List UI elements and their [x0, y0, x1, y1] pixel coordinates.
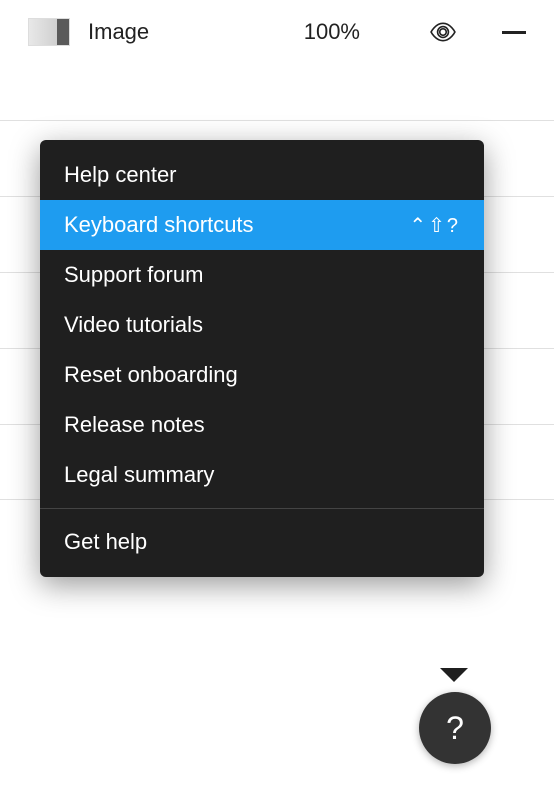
- menu-item-label: Help center: [64, 162, 177, 188]
- menu-item-label: Support forum: [64, 262, 203, 288]
- menu-item-label: Keyboard shortcuts: [64, 212, 254, 238]
- menu-item-keyboard-shortcuts[interactable]: Keyboard shortcuts ⌃⇧?: [40, 200, 484, 250]
- help-menu-popup: Help center Keyboard shortcuts ⌃⇧? Suppo…: [40, 140, 484, 577]
- menu-item-reset-onboarding[interactable]: Reset onboarding: [40, 350, 484, 400]
- menu-item-label: Reset onboarding: [64, 362, 238, 388]
- menu-item-label: Release notes: [64, 412, 205, 438]
- menu-item-video-tutorials[interactable]: Video tutorials: [40, 300, 484, 350]
- menu-item-support-forum[interactable]: Support forum: [40, 250, 484, 300]
- menu-item-release-notes[interactable]: Release notes: [40, 400, 484, 450]
- menu-item-label: Video tutorials: [64, 312, 203, 338]
- collapse-icon[interactable]: [502, 31, 526, 34]
- menu-item-shortcut: ⌃⇧?: [409, 213, 460, 238]
- layer-opacity-value[interactable]: 100%: [304, 19, 360, 45]
- eye-icon: [430, 22, 456, 42]
- layer-name[interactable]: Image: [88, 19, 149, 45]
- menu-item-get-help[interactable]: Get help: [40, 517, 484, 567]
- menu-pointer-arrow: [440, 668, 468, 682]
- help-button[interactable]: ?: [419, 692, 491, 764]
- layer-row[interactable]: Image 100%: [0, 0, 554, 64]
- menu-item-label: Legal summary: [64, 462, 214, 488]
- layer-thumbnail: [28, 18, 70, 46]
- menu-item-legal-summary[interactable]: Legal summary: [40, 450, 484, 500]
- menu-divider: [40, 508, 484, 509]
- menu-item-label: Get help: [64, 529, 147, 555]
- menu-item-help-center[interactable]: Help center: [40, 150, 484, 200]
- visibility-toggle-icon[interactable]: [430, 19, 456, 45]
- help-icon: ?: [446, 710, 464, 747]
